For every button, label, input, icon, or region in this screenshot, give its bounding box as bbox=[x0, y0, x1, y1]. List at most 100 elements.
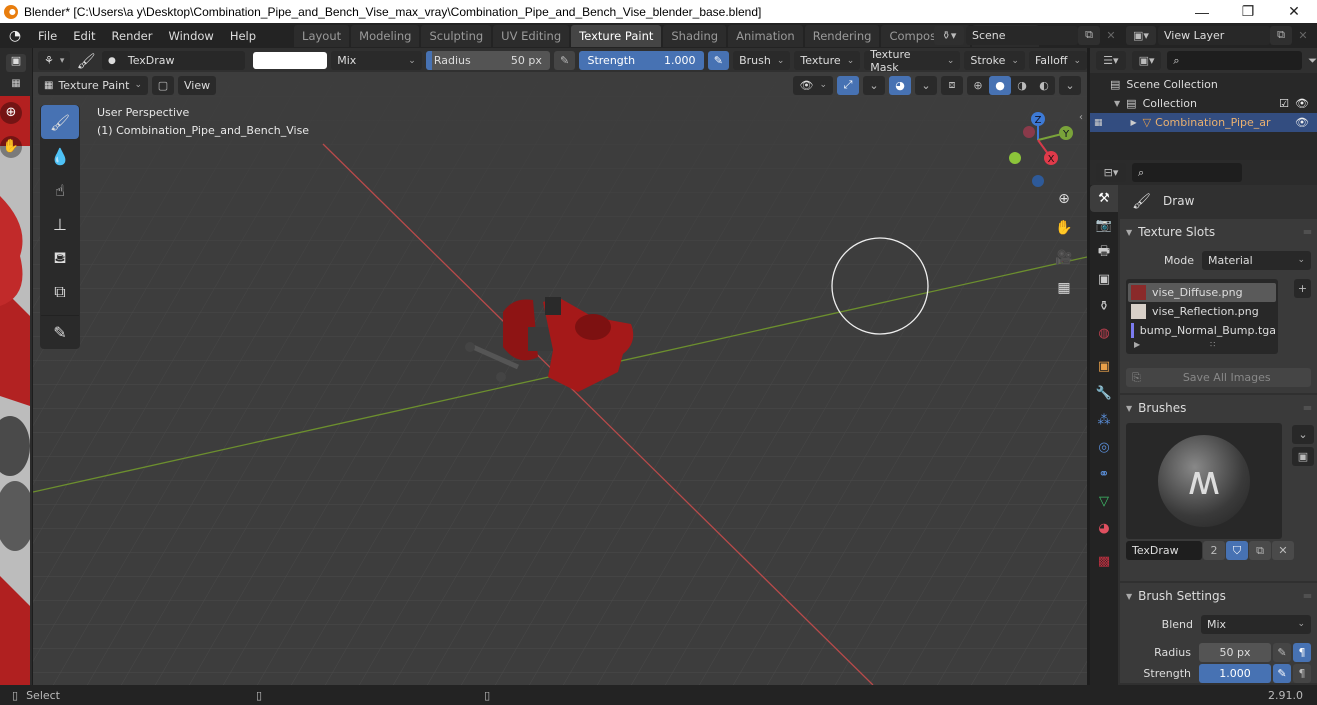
navigation-gizmo[interactable]: Z Y X bbox=[995, 106, 1085, 196]
tab-physics-icon[interactable]: ◎ bbox=[1090, 434, 1118, 461]
gizmo-toggle-icon[interactable]: ⤢ bbox=[837, 75, 859, 95]
pan-view-icon[interactable]: ✋ bbox=[1051, 215, 1077, 241]
scene-delete-icon[interactable]: ✕ bbox=[1100, 26, 1122, 45]
brush-selector[interactable]: ● TexDraw bbox=[101, 51, 245, 70]
ortho-toggle-icon[interactable]: ▦ bbox=[1051, 275, 1077, 301]
solid-shading-icon[interactable]: ● bbox=[989, 75, 1011, 95]
maximize-button[interactable]: ❐ bbox=[1225, 3, 1271, 20]
brush-preview[interactable]: ʍ bbox=[1126, 423, 1282, 539]
tab-texture-paint[interactable]: Texture Paint bbox=[571, 24, 662, 47]
filter-icon[interactable]: ⏷ bbox=[1308, 54, 1317, 68]
object-visibility-eye-icon[interactable]: 👁 bbox=[1295, 116, 1309, 129]
scene-collection-row[interactable]: ▤ Scene Collection bbox=[1090, 75, 1317, 94]
sidebar-toggle-icon[interactable]: ‹ bbox=[1079, 112, 1083, 123]
radius-unit-icon[interactable]: ¶ bbox=[1293, 642, 1311, 662]
menu-render[interactable]: Render bbox=[104, 29, 161, 43]
expand-arrow-icon[interactable]: ▶ bbox=[1131, 118, 1137, 127]
xray-toggle-icon[interactable]: ⧈ bbox=[941, 75, 963, 95]
menu-window[interactable]: Window bbox=[160, 29, 221, 43]
menu-help[interactable]: Help bbox=[222, 29, 264, 43]
scene-browse-icon[interactable]: ⚱▾ bbox=[934, 25, 964, 45]
fake-user-shield-icon[interactable]: ⛉ bbox=[1226, 541, 1248, 560]
brush-image-icon[interactable]: ▣ bbox=[1292, 447, 1314, 466]
minimize-button[interactable]: — bbox=[1179, 4, 1225, 20]
view-menu[interactable]: View bbox=[177, 75, 217, 95]
tab-layout[interactable]: Layout bbox=[294, 24, 350, 47]
wireframe-shading-icon[interactable]: ⊕ bbox=[967, 76, 989, 95]
zoom-view-icon[interactable]: ⊕ bbox=[1051, 186, 1077, 212]
tool-clone-icon[interactable]: ⊥ bbox=[41, 207, 79, 241]
zoom-icon[interactable]: ⊕ bbox=[0, 102, 22, 124]
gizmo-neg-x[interactable] bbox=[1023, 126, 1035, 138]
menu-file[interactable]: File bbox=[30, 29, 65, 43]
rendered-shading-icon[interactable]: ◐ bbox=[1033, 76, 1055, 95]
paint-mask-toggle-icon[interactable]: ▢ bbox=[151, 75, 174, 95]
strength-pressure-icon[interactable]: ✎ bbox=[707, 51, 730, 70]
unlink-brush-icon[interactable]: ✕ bbox=[1272, 541, 1294, 560]
tab-sculpting[interactable]: Sculpting bbox=[421, 24, 492, 47]
scene-copy-icon[interactable]: ⧉ bbox=[1078, 25, 1100, 45]
camera-view-icon[interactable]: 🎥 bbox=[1051, 245, 1077, 271]
tool-soften-icon[interactable]: 💧 bbox=[41, 139, 79, 173]
overlays-toggle-icon[interactable]: ◕ bbox=[889, 75, 911, 95]
texture-slot-item[interactable]: vise_Diffuse.png bbox=[1128, 283, 1276, 302]
overlays-dropdown-icon[interactable]: ⌄ bbox=[915, 75, 937, 95]
tab-constraints-icon[interactable]: ⚭ bbox=[1090, 461, 1118, 488]
scene-name-field[interactable]: Scene bbox=[966, 25, 1078, 45]
texture-menu[interactable]: Texture ⌄ bbox=[794, 51, 861, 70]
radius-pressure-icon[interactable]: ✎ bbox=[1273, 642, 1291, 662]
outliner-editor-type-icon[interactable]: ☰▾ bbox=[1096, 51, 1126, 70]
display-mode-icon[interactable]: ▣▾ bbox=[1131, 51, 1162, 70]
view-layer-delete-icon[interactable]: ✕ bbox=[1292, 26, 1314, 45]
view-layer-browse-icon[interactable]: ▣▾ bbox=[1126, 25, 1156, 45]
tab-modifiers-icon[interactable]: 🔧 bbox=[1090, 380, 1118, 407]
tool-settings-dropdown[interactable]: ⚘ ▾ bbox=[38, 51, 71, 70]
tab-output-icon[interactable]: 🖶 bbox=[1090, 239, 1118, 266]
visibility-dropdown[interactable]: 👁 ⌄ bbox=[793, 75, 833, 95]
tool-smear-icon[interactable]: ☝ bbox=[41, 173, 79, 207]
tool-mask-icon[interactable]: ⧉ bbox=[41, 275, 79, 309]
add-texture-slot-button[interactable]: + bbox=[1294, 279, 1311, 298]
radius-field[interactable]: 50 px bbox=[1199, 642, 1271, 662]
texture-slot-item[interactable]: bump_Normal_Bump.tga bbox=[1128, 321, 1276, 340]
pan-hand-icon[interactable]: ✋ bbox=[0, 136, 22, 158]
view-layer-copy-icon[interactable]: ⧉ bbox=[1270, 25, 1292, 45]
mode-dropdown[interactable]: ▦ Texture Paint ⌄ bbox=[38, 75, 148, 95]
radius-slider[interactable]: Radius 50 px bbox=[425, 51, 550, 70]
blender-menu-icon[interactable]: ◔ bbox=[0, 28, 30, 44]
brush-menu[interactable]: Brush ⌄ bbox=[733, 51, 791, 70]
strength-slider[interactable]: Strength 1.000 bbox=[579, 51, 704, 70]
tab-material-icon[interactable]: ◕ bbox=[1090, 515, 1118, 542]
image-canvas[interactable]: ⊕ ✋ bbox=[0, 96, 30, 685]
tab-world-icon[interactable]: ◍ bbox=[1090, 320, 1118, 347]
tool-draw-icon[interactable]: 🖌 bbox=[41, 105, 79, 139]
tab-texture-icon[interactable]: ▩ bbox=[1090, 548, 1118, 575]
tab-tool-icon[interactable]: ⚒ bbox=[1090, 185, 1118, 212]
gizmo-neg-z[interactable] bbox=[1032, 175, 1044, 187]
tool-annotate-icon[interactable]: ✎ bbox=[41, 315, 79, 349]
brushes-panel-header[interactable]: ▼ Brushes ═ bbox=[1120, 395, 1317, 421]
properties-editor-type-icon[interactable]: ⊟▾ bbox=[1096, 163, 1126, 182]
shading-dropdown-icon[interactable]: ⌄ bbox=[1059, 75, 1081, 95]
brush-settings-panel-header[interactable]: ▼ Brush Settings ═ bbox=[1120, 583, 1317, 609]
texture-slots-panel-header[interactable]: ▼ Texture Slots ═ bbox=[1120, 219, 1317, 245]
brush-menu-icon[interactable]: ⌄ bbox=[1292, 425, 1314, 444]
tab-view-layer-icon[interactable]: ▣ bbox=[1090, 266, 1118, 293]
material-shading-icon[interactable]: ◑ bbox=[1011, 76, 1033, 95]
view-layer-name-field[interactable]: View Layer bbox=[1158, 25, 1270, 45]
brush-name-field[interactable]: TexDraw bbox=[1126, 541, 1202, 560]
tab-data-icon[interactable]: ▽ bbox=[1090, 488, 1118, 515]
duplicate-brush-icon[interactable]: ⧉ bbox=[1249, 541, 1271, 560]
tab-rendering[interactable]: Rendering bbox=[804, 24, 880, 47]
blend-dropdown[interactable]: Mix ⌄ bbox=[1201, 614, 1311, 634]
brush-color-swatch[interactable] bbox=[252, 52, 328, 69]
strength-field[interactable]: 1.000 bbox=[1199, 663, 1271, 683]
gizmo-dropdown-icon[interactable]: ⌄ bbox=[863, 75, 885, 95]
tab-particles-icon[interactable]: ⁂ bbox=[1090, 407, 1118, 434]
radius-pressure-icon[interactable]: ✎ bbox=[553, 51, 576, 70]
tab-modeling[interactable]: Modeling bbox=[351, 24, 420, 47]
properties-search-input[interactable]: ⌕ bbox=[1132, 163, 1242, 182]
stroke-menu[interactable]: Stroke ⌄ bbox=[964, 51, 1025, 70]
texture-paint-mode-icon[interactable]: ▦ bbox=[6, 78, 26, 94]
tab-object-icon[interactable]: ▣ bbox=[1090, 353, 1118, 380]
